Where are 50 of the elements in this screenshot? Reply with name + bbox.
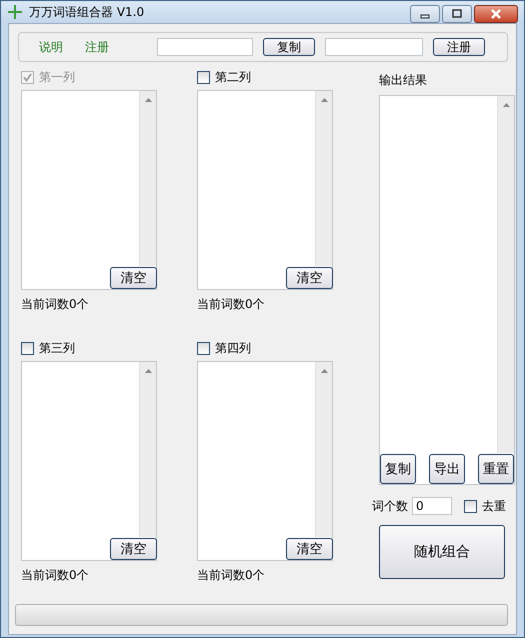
scrollbar[interactable] <box>497 96 514 453</box>
clear-button[interactable]: 清空 <box>110 538 157 560</box>
word-list[interactable]: 清空 <box>197 90 333 290</box>
checkbox-label: 去重 <box>482 498 506 514</box>
clear-button[interactable]: 清空 <box>286 267 333 289</box>
up-arrow-icon <box>144 369 152 373</box>
word-list[interactable]: 清空 <box>21 361 157 561</box>
link[interactable]: 注册 <box>85 38 109 56</box>
text-button[interactable]: 注册 <box>433 38 485 56</box>
word-count-label: 词个数 <box>372 498 408 514</box>
maximize-icon <box>452 9 462 19</box>
scrollbar[interactable] <box>139 91 156 266</box>
minimize-button[interactable] <box>410 5 440 23</box>
checkbox-label: 第四列 <box>215 340 251 356</box>
scrollbar[interactable] <box>315 362 332 537</box>
word-count-text: 当前词数0个 <box>21 567 90 584</box>
generate-button[interactable]: 随机组合 <box>379 525 505 579</box>
checkbox[interactable] <box>464 500 477 512</box>
up-arrow-icon <box>320 369 328 373</box>
checkbox-label: 第一列 <box>39 68 75 86</box>
output-label: 输出结果 <box>379 72 428 89</box>
text-field[interactable] <box>325 38 423 56</box>
checkbox-label: 第三列 <box>39 340 75 356</box>
word-list[interactable]: 清空 <box>197 361 333 561</box>
up-arrow-icon <box>502 103 510 107</box>
checkbox-label: 第二列 <box>215 68 251 86</box>
plus-icon <box>7 4 23 20</box>
checkbox[interactable] <box>197 342 210 354</box>
text-field[interactable] <box>157 38 253 56</box>
link[interactable]: 说明 <box>39 38 63 56</box>
window-title: 万万词语组合器 V1.0 <box>29 4 146 20</box>
scrollbar[interactable] <box>315 91 332 266</box>
output-box[interactable]: 复制 导出 重置 <box>379 95 515 485</box>
checkbox[interactable] <box>197 70 210 84</box>
close-icon <box>490 9 502 19</box>
text-button[interactable]: 重置 <box>478 454 514 484</box>
word-count-text: 当前词数0个 <box>21 296 90 313</box>
up-arrow-icon <box>320 98 328 102</box>
word-count-text: 当前词数0个 <box>197 567 266 584</box>
maximize-button[interactable] <box>442 5 472 23</box>
close-button[interactable] <box>474 5 518 23</box>
text-button[interactable]: 复制 <box>380 454 416 484</box>
checkbox[interactable] <box>21 342 34 354</box>
scrollbar[interactable] <box>139 362 156 537</box>
text-button[interactable]: 导出 <box>429 454 465 484</box>
text-button[interactable]: 复制 <box>263 38 315 56</box>
word-count-field[interactable]: 0 <box>412 497 452 515</box>
word-count-text: 当前词数0个 <box>197 296 266 313</box>
up-arrow-icon <box>144 98 152 102</box>
clear-button[interactable]: 清空 <box>286 538 333 560</box>
